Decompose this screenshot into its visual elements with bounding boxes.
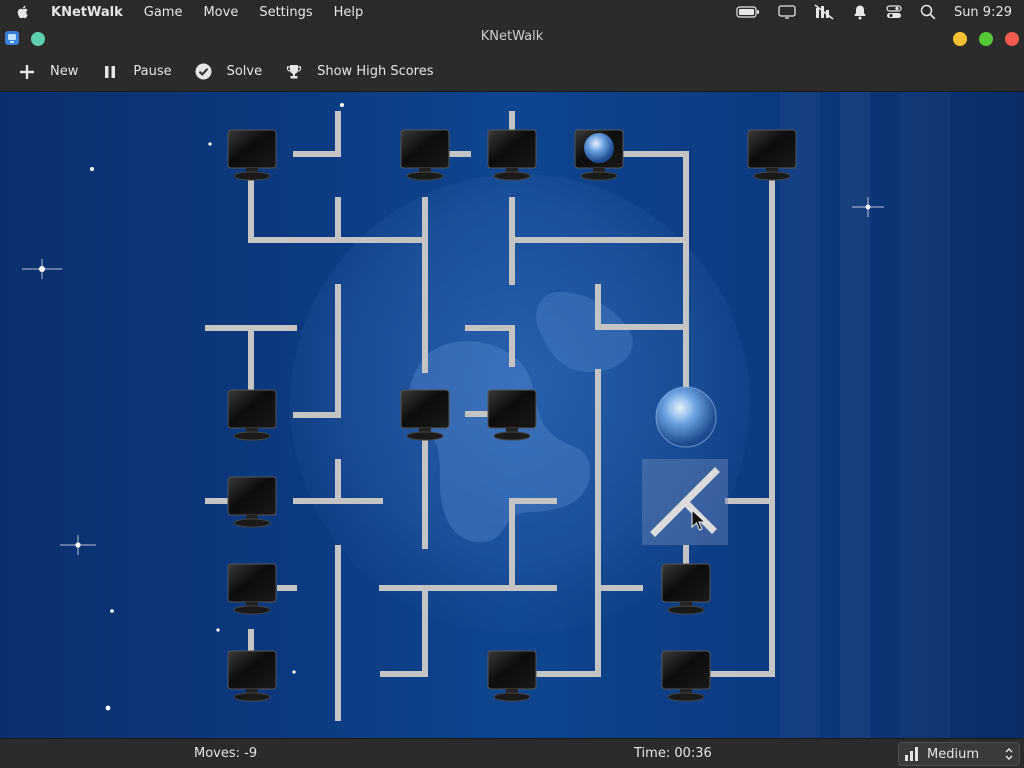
statusbar: Moves: -9 Time: 00:36 Medium (0, 738, 1024, 768)
notification-bell-icon[interactable] (852, 4, 868, 20)
moves-counter: Moves: -9 (194, 746, 258, 761)
menubar-clock[interactable]: Sun 9:29 (954, 5, 1012, 20)
trophy-icon (285, 63, 303, 81)
pause-label: Pause (133, 64, 172, 79)
menu-game[interactable]: Game (144, 5, 183, 20)
close-button[interactable] (1005, 32, 1019, 46)
new-game-button[interactable]: New (16, 58, 80, 86)
game-board-svg[interactable] (0, 92, 1024, 738)
plus-icon (18, 63, 36, 81)
toolbar: New Pause Solve Show High Scores (0, 52, 1024, 92)
computer-terminal (227, 563, 277, 615)
maximize-button[interactable] (979, 32, 993, 46)
new-game-label: New (50, 64, 79, 79)
time-display: Time: 00:36 (634, 746, 712, 761)
difficulty-value: Medium (927, 746, 979, 762)
computer-terminal (661, 650, 711, 702)
solve-button[interactable]: Solve (193, 58, 265, 86)
menu-help[interactable]: Help (334, 5, 364, 20)
server-globe-large[interactable] (655, 386, 717, 448)
computer-terminal (487, 650, 537, 702)
checkmark-icon (195, 63, 213, 81)
mute-icon[interactable] (814, 4, 834, 20)
show-high-scores-label: Show High Scores (317, 64, 434, 79)
pause-button[interactable]: Pause (99, 58, 173, 86)
chevron-updown-icon (1005, 748, 1013, 760)
difficulty-select[interactable]: Medium (898, 742, 1020, 766)
computer-terminal (661, 563, 711, 615)
window-title: KNetWalk (480, 29, 544, 44)
computer-terminal (487, 129, 537, 181)
show-high-scores-button[interactable]: Show High Scores (283, 58, 435, 86)
menubar-app-name[interactable]: KNetWalk (51, 5, 123, 20)
menubar: KNetWalk Game Move Settings Help Sun 9:2… (0, 0, 1024, 24)
control-center-icon[interactable] (886, 4, 902, 20)
computer-terminal (227, 129, 277, 181)
selected-tile[interactable] (642, 459, 728, 545)
computer-terminal (227, 476, 277, 528)
apple-icon[interactable] (14, 3, 32, 21)
server-globe-small[interactable] (574, 129, 624, 181)
window-titlebar[interactable]: KNetWalk (0, 24, 1024, 52)
computer-terminal (227, 389, 277, 441)
display-icon[interactable] (778, 5, 796, 19)
solve-label: Solve (226, 64, 263, 79)
game-board[interactable] (0, 92, 1024, 738)
computer-terminal (227, 650, 277, 702)
pause-icon (101, 63, 119, 81)
menu-move[interactable]: Move (203, 5, 238, 20)
computer-terminal (400, 129, 450, 181)
battery-icon[interactable] (736, 6, 760, 18)
signal-bars-icon (905, 747, 918, 761)
search-icon[interactable] (920, 4, 936, 20)
menu-settings[interactable]: Settings (259, 5, 312, 20)
minimize-button[interactable] (953, 32, 967, 46)
